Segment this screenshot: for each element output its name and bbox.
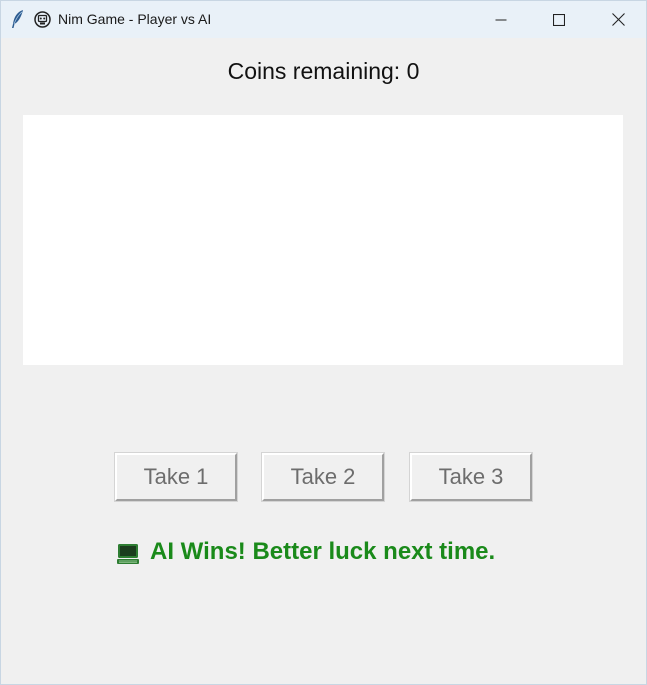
- title-bar[interactable]: Nim Game - Player vs AI: [1, 1, 646, 38]
- minimize-icon: [495, 19, 507, 20]
- robot-face-icon: [34, 11, 51, 28]
- app-window: Nim Game - Player vs AI Coins remaining:…: [0, 0, 647, 685]
- close-button[interactable]: [589, 1, 647, 38]
- take-1-button[interactable]: Take 1: [114, 452, 238, 502]
- minimize-button[interactable]: [472, 1, 530, 38]
- maximize-icon: [553, 13, 565, 26]
- take-2-button[interactable]: Take 2: [261, 452, 385, 502]
- coin-canvas: [23, 115, 623, 365]
- window-title: Nim Game - Player vs AI: [58, 11, 212, 27]
- coins-remaining-label: Coins remaining: 0: [227, 58, 420, 84]
- feather-icon: [12, 10, 23, 28]
- close-icon: [611, 13, 625, 26]
- result-text: AI Wins! Better luck next time.: [150, 538, 496, 565]
- maximize-button[interactable]: [530, 1, 588, 38]
- result-message: AI Wins! Better luck next time.: [116, 536, 495, 568]
- computer-icon: [117, 544, 139, 564]
- take-3-button[interactable]: Take 3: [409, 452, 533, 502]
